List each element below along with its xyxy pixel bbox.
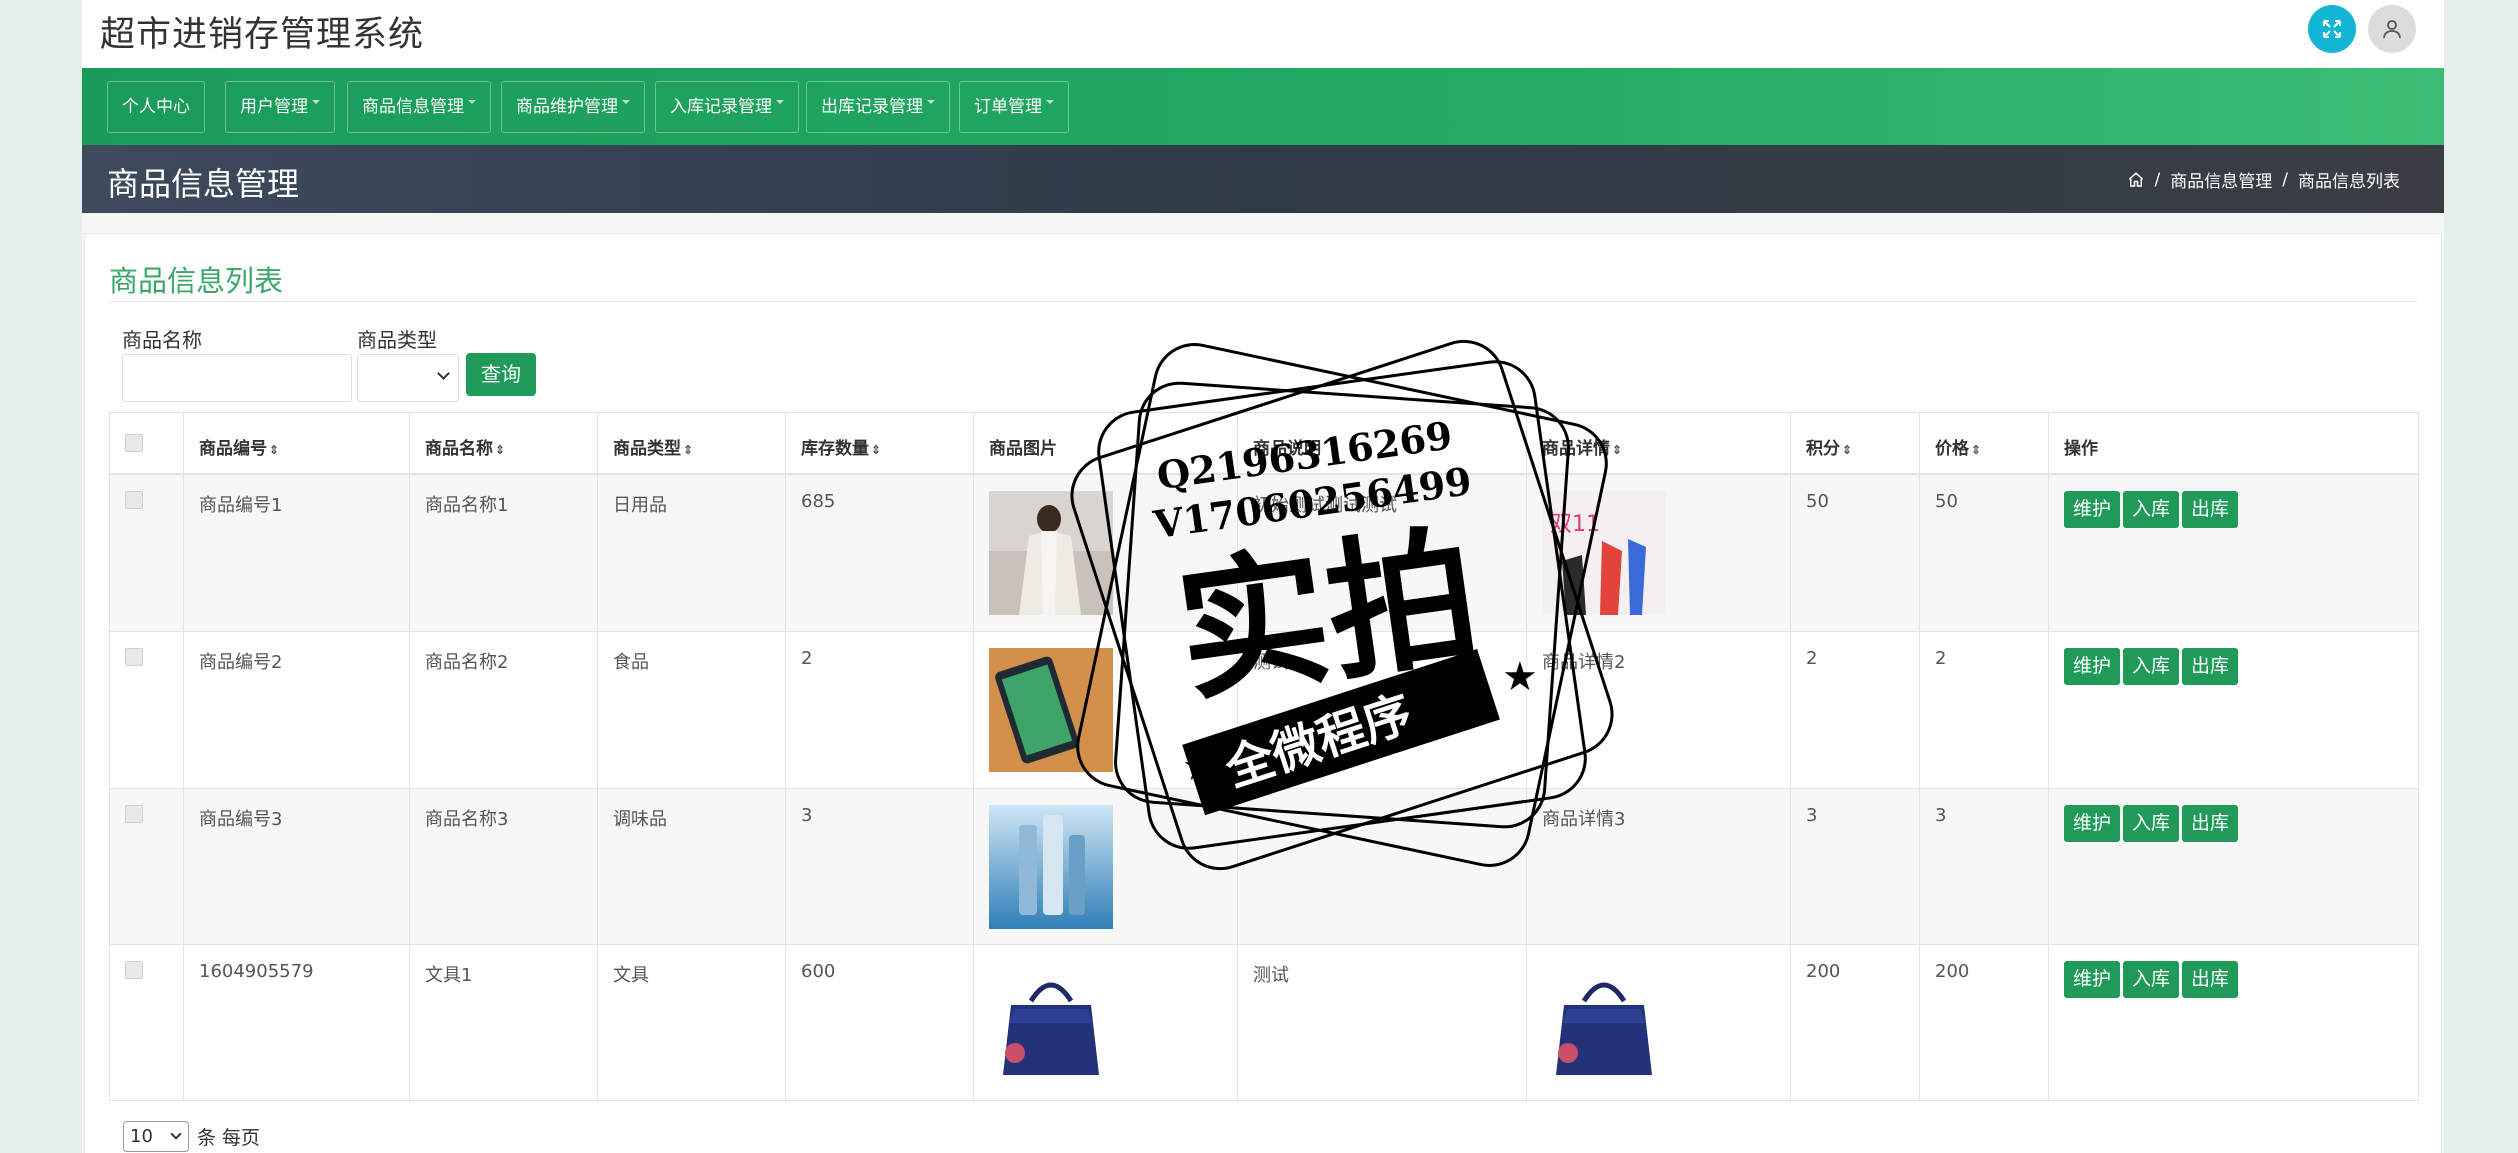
divider	[109, 301, 2417, 302]
table-row: 1604905579 文具1 文具 600 测试 200 200 维护 入库 出…	[110, 945, 2418, 1101]
col-header-code[interactable]: 商品编号 ⇕	[184, 413, 410, 473]
stock-out-button[interactable]: 出库	[2182, 491, 2239, 528]
chevron-down-icon	[170, 1128, 182, 1140]
breadcrumb-item[interactable]: 商品信息管理	[2170, 167, 2272, 192]
list-card: 商品信息列表 商品名称 商品类型 查询 商品编号 ⇕ 商品名称 ⇕ 商品类型 ⇕ 库存…	[84, 233, 2442, 1153]
app-title: 超市进销存管理系统	[100, 15, 425, 55]
breadcrumb: / 商品信息管理 / 商品信息列表	[2127, 167, 2400, 192]
col-header-image: 商品图片	[974, 413, 1238, 473]
row-checkbox[interactable]	[125, 491, 143, 509]
col-header-desc: 商品说明	[1238, 413, 1527, 473]
app-shell: 超市进销存管理系统 个人中心 用户管理 商品信息管理 商品维护管理 入库记录管理…	[82, 0, 2444, 1153]
nav-item-stock-in[interactable]: 入库记录管理	[655, 81, 799, 133]
nav-item-products[interactable]: 商品信息管理	[347, 81, 491, 133]
table-row: 商品编号1 商品名称1 日用品 685 初始测试测试测试 双11 50 50 维…	[110, 475, 2418, 632]
caret-down-icon	[468, 100, 476, 104]
product-image	[989, 805, 1113, 929]
fullscreen-button[interactable]	[2308, 5, 2356, 53]
pagination: 10 条 每页	[123, 1121, 260, 1152]
sort-icon: ⇕	[871, 443, 882, 457]
caret-down-icon	[776, 100, 784, 104]
table-row: 商品编号2 商品名称2 食品 2 测试 商品详情2 2 2 维护 入库 出库	[110, 632, 2418, 789]
col-header-price[interactable]: 价格 ⇕	[1920, 413, 2049, 473]
type-label: 商品类型	[357, 328, 437, 352]
product-image	[989, 491, 1113, 615]
main-nav: 个人中心 用户管理 商品信息管理 商品维护管理 入库记录管理 出库记录管理 订单…	[82, 68, 2444, 203]
sort-icon: ⇕	[1971, 443, 1982, 457]
sort-icon: ⇕	[1842, 443, 1853, 457]
col-header-type[interactable]: 商品类型 ⇕	[598, 413, 786, 473]
maintain-button[interactable]: 维护	[2064, 648, 2121, 685]
table-header-row: 商品编号 ⇕ 商品名称 ⇕ 商品类型 ⇕ 库存数量 ⇕ 商品图片 商品说明 商品详情 ⇕ …	[110, 413, 2418, 475]
product-type-select[interactable]	[357, 354, 459, 402]
maintain-button[interactable]: 维护	[2064, 491, 2121, 528]
stock-in-button[interactable]: 入库	[2123, 805, 2180, 842]
stock-in-button[interactable]: 入库	[2123, 491, 2180, 528]
row-checkbox[interactable]	[125, 961, 143, 979]
nav-item-stock-out[interactable]: 出库记录管理	[806, 81, 950, 133]
maintain-button[interactable]: 维护	[2064, 961, 2121, 998]
stock-in-button[interactable]: 入库	[2123, 648, 2180, 685]
svg-text:双11: 双11	[1550, 512, 1600, 537]
select-all-checkbox[interactable]	[125, 434, 143, 452]
sort-icon: ⇕	[495, 443, 506, 457]
product-image	[989, 648, 1113, 772]
page-size-suffix: 条 每页	[197, 1127, 261, 1149]
nav-item-users[interactable]: 用户管理	[225, 81, 335, 133]
caret-down-icon	[927, 100, 935, 104]
breadcrumb-item-current: 商品信息列表	[2298, 172, 2400, 192]
col-header-detail[interactable]: 商品详情 ⇕	[1527, 413, 1791, 473]
col-header-actions: 操作	[2064, 439, 2098, 459]
caret-down-icon	[312, 100, 320, 104]
nav-item-orders[interactable]: 订单管理	[959, 81, 1069, 133]
col-header-points[interactable]: 积分 ⇕	[1791, 413, 1920, 473]
row-checkbox[interactable]	[125, 648, 143, 666]
nav-item-profile[interactable]: 个人中心	[107, 81, 205, 133]
product-detail-image	[1542, 961, 1666, 1085]
product-name-input[interactable]	[122, 354, 352, 402]
product-image	[989, 961, 1113, 1085]
page-size-select[interactable]: 10	[123, 1121, 189, 1152]
search-button[interactable]: 查询	[466, 353, 536, 396]
product-table: 商品编号 ⇕ 商品名称 ⇕ 商品类型 ⇕ 库存数量 ⇕ 商品图片 商品说明 商品详情 ⇕ …	[109, 412, 2419, 1101]
user-menu-button[interactable]	[2368, 5, 2416, 53]
caret-down-icon	[1046, 100, 1054, 104]
caret-down-icon	[622, 100, 630, 104]
chevron-down-icon	[437, 367, 450, 380]
sort-icon: ⇕	[683, 443, 694, 457]
page-title: 商品信息管理	[107, 165, 300, 203]
maintain-button[interactable]: 维护	[2064, 805, 2121, 842]
table-row: 商品编号3 商品名称3 调味品 3 商品详情3 3 3 维护 入库 出库	[110, 789, 2418, 945]
page-header: 商品信息管理 / 商品信息管理 / 商品信息列表	[82, 145, 2444, 213]
row-checkbox[interactable]	[125, 805, 143, 823]
expand-icon	[2323, 20, 2341, 38]
sort-icon: ⇕	[269, 443, 280, 457]
stock-out-button[interactable]: 出库	[2182, 648, 2239, 685]
name-label: 商品名称	[122, 328, 202, 352]
col-header-stock[interactable]: 库存数量 ⇕	[786, 413, 974, 473]
col-header-name[interactable]: 商品名称 ⇕	[410, 413, 598, 473]
product-detail-image: 双11	[1542, 491, 1666, 615]
stock-in-button[interactable]: 入库	[2123, 961, 2180, 998]
stock-out-button[interactable]: 出库	[2182, 961, 2239, 998]
stock-out-button[interactable]: 出库	[2182, 805, 2239, 842]
nav-item-maintenance[interactable]: 商品维护管理	[501, 81, 645, 133]
home-icon[interactable]	[2127, 171, 2145, 189]
card-title: 商品信息列表	[109, 264, 284, 298]
user-icon	[2383, 20, 2401, 39]
top-bar: 超市进销存管理系统	[82, 0, 2444, 68]
sort-icon: ⇕	[1612, 443, 1623, 457]
